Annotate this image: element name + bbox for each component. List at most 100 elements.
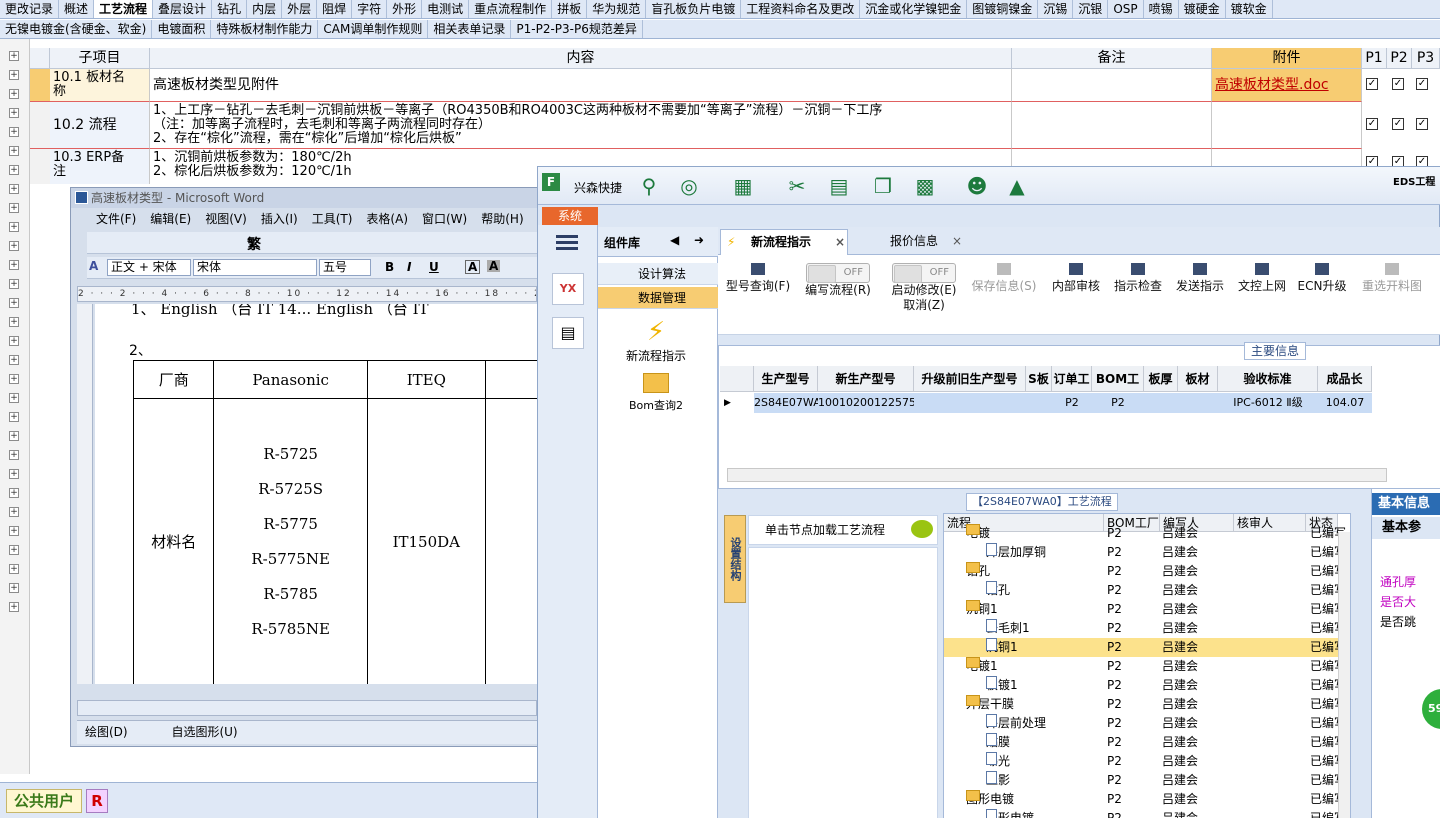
send-button[interactable]: 发送指示 <box>1172 263 1228 294</box>
tab-11[interactable]: 电测试 <box>422 0 470 18</box>
tab-21[interactable]: OSP <box>1108 0 1144 18</box>
tree-row[interactable]: −外层干膜P2吕建会已编写 <box>944 695 1350 714</box>
word-menu-3[interactable]: 视图(V) <box>198 210 254 228</box>
tree-row[interactable]: 曝光 P2 吕建会 已编写 <box>944 752 1350 771</box>
expand-toggle[interactable]: + <box>9 146 19 156</box>
chart-icon[interactable]: ▲ <box>1006 176 1028 196</box>
main-col-2[interactable]: 新生产型号 <box>818 366 914 392</box>
structure-vertical-tab[interactable]: 设置结构 <box>724 515 746 603</box>
expand-toggle[interactable]: + <box>9 89 19 99</box>
subtab-4[interactable]: CAM调单制作规则 <box>318 20 429 38</box>
main-col-4[interactable]: S板 <box>1026 366 1052 392</box>
col-header-item[interactable]: 子项目 <box>50 48 150 69</box>
process-hint[interactable]: 单击节点加载工艺流程 <box>748 515 938 545</box>
word-menu-2[interactable]: 编辑(E) <box>143 210 198 228</box>
tab-new-flow[interactable]: 新流程指示 ⚡ × <box>720 229 848 255</box>
col-header-p3[interactable]: P3 <box>1412 48 1440 69</box>
p3-checkbox[interactable]: ✓ <box>1416 118 1428 130</box>
comp-item-data[interactable]: 数据管理 <box>598 287 718 309</box>
tab-8[interactable]: 阻焊 <box>317 0 353 18</box>
expand-toggle[interactable]: + <box>9 317 19 327</box>
size-select[interactable]: 五号 <box>319 259 371 276</box>
close-icon[interactable]: × <box>835 230 845 254</box>
bold-button[interactable]: B <box>385 260 394 274</box>
subtab-3[interactable]: 特殊板材制作能力 <box>211 20 319 38</box>
vertical-ruler[interactable] <box>77 304 93 684</box>
write-flow-toggle[interactable]: OFF 编写流程(R) <box>802 263 874 298</box>
expand-toggle[interactable]: + <box>9 374 19 384</box>
tab-14[interactable]: 华为规范 <box>587 0 647 18</box>
tab-20[interactable]: 沉银 <box>1073 0 1109 18</box>
search-icon[interactable]: ⚲ <box>638 176 660 196</box>
expand-toggle[interactable]: + <box>9 469 19 479</box>
traditional-button[interactable]: 繁 <box>247 234 261 254</box>
tree-row[interactable]: −沉铜1P2吕建会已编写 <box>944 600 1350 619</box>
expand-toggle[interactable]: + <box>9 602 19 612</box>
user-indicator[interactable]: 公共用户 <box>6 789 82 813</box>
tab-24[interactable]: 镀软金 <box>1226 0 1273 18</box>
comp-item-algo[interactable]: 设计算法 <box>598 263 718 285</box>
draw-menu[interactable]: 绘图(D) <box>85 725 128 739</box>
word-menu-4[interactable]: 插入(I) <box>254 210 305 228</box>
tab-18[interactable]: 图镀铜镍金 <box>967 0 1039 18</box>
expand-toggle[interactable]: + <box>9 279 19 289</box>
attachment-link[interactable]: 高速板材类型.doc <box>1215 77 1329 93</box>
col-header-attachment[interactable]: 附件 <box>1212 48 1362 69</box>
main-col-5[interactable]: 订单工厂 <box>1052 366 1092 412</box>
tab-23[interactable]: 镀硬金 <box>1179 0 1226 18</box>
word-menu-7[interactable]: 窗口(W) <box>415 210 474 228</box>
col-header-p1[interactable]: P1 <box>1362 48 1387 69</box>
tree-row[interactable]: −钻孔P2吕建会已编写 <box>944 562 1350 581</box>
p1-checkbox[interactable]: ✓ <box>1366 78 1378 90</box>
reopen-button[interactable]: 重选开料图 <box>1354 263 1430 294</box>
ecn-button[interactable]: ECN升级 <box>1296 263 1348 294</box>
main-hscroll[interactable] <box>727 468 1387 482</box>
expand-toggle[interactable]: + <box>9 298 19 308</box>
tree-row[interactable]: 沉铜1 P2 吕建会 已编写 <box>944 638 1350 657</box>
row-indicator[interactable] <box>30 69 50 102</box>
table-icon[interactable]: ▦ <box>732 176 754 196</box>
horizontal-ruler[interactable]: 2 · · · 2 · · · 4 · · · 6 · · · 8 · · · … <box>77 286 537 302</box>
tree-row[interactable]: 板镀1 P2 吕建会 已编写 <box>944 676 1350 695</box>
expand-toggle[interactable]: + <box>9 108 19 118</box>
word-menu-8[interactable]: 帮助(H) <box>474 210 530 228</box>
info-tab[interactable]: 基本信息 <box>1372 493 1440 515</box>
grid-icon[interactable]: ▩ <box>914 176 936 196</box>
italic-button[interactable]: I <box>407 260 411 274</box>
word-hscroll[interactable] <box>77 700 537 716</box>
tree-row[interactable]: 图形电镀 P2 吕建会 已编写 <box>944 809 1350 818</box>
autoshape-menu[interactable]: 自选图形(U) <box>171 725 237 739</box>
save-button[interactable]: 保存信息(S) <box>968 263 1040 294</box>
yx-icon[interactable]: YX <box>552 273 584 305</box>
film-icon[interactable]: ▤ <box>828 176 850 196</box>
expand-toggle[interactable]: + <box>9 450 19 460</box>
expand-toggle[interactable]: + <box>9 488 19 498</box>
style-select[interactable]: 正文 + 宋体 <box>107 259 191 276</box>
tab-17[interactable]: 沉金或化学镍钯金 <box>860 0 968 18</box>
system-tab[interactable]: 系统 <box>542 207 598 225</box>
progress-badge[interactable]: 59 <box>1422 689 1440 729</box>
tab-10[interactable]: 外形 <box>387 0 423 18</box>
main-col-10[interactable]: 成品长 <box>1318 366 1372 392</box>
copy-icon[interactable]: ❐ <box>872 176 894 196</box>
p1-checkbox[interactable]: ✓ <box>1366 118 1378 130</box>
pin-icon[interactable]: ➜ <box>694 233 704 247</box>
tab-16[interactable]: 工程资料命名及更改 <box>741 0 861 18</box>
menu-icon[interactable] <box>556 235 578 238</box>
col-header-content[interactable]: 内容 <box>150 48 1012 69</box>
col-header-remark[interactable]: 备注 <box>1012 48 1212 69</box>
row-indicator[interactable] <box>30 149 50 184</box>
expand-toggle[interactable]: + <box>9 241 19 251</box>
tab-15[interactable]: 盲孔板负片电镀 <box>646 0 742 18</box>
expand-toggle[interactable]: + <box>9 526 19 536</box>
expand-toggle[interactable]: + <box>9 222 19 232</box>
tab-4[interactable]: 叠层设计 <box>153 0 213 18</box>
comp-new-flow[interactable]: ⚡ 新流程指示 <box>626 317 686 364</box>
expand-toggle[interactable]: + <box>9 355 19 365</box>
user-icon[interactable]: ☻ <box>966 176 988 196</box>
document-page[interactable]: 1、 English （台 IT 14... English （台 IT 2、 … <box>95 304 541 684</box>
expand-toggle[interactable]: + <box>9 127 19 137</box>
word-menu-6[interactable]: 表格(A) <box>359 210 415 228</box>
expand-toggle[interactable]: + <box>9 336 19 346</box>
tab-13[interactable]: 拼板 <box>552 0 588 18</box>
